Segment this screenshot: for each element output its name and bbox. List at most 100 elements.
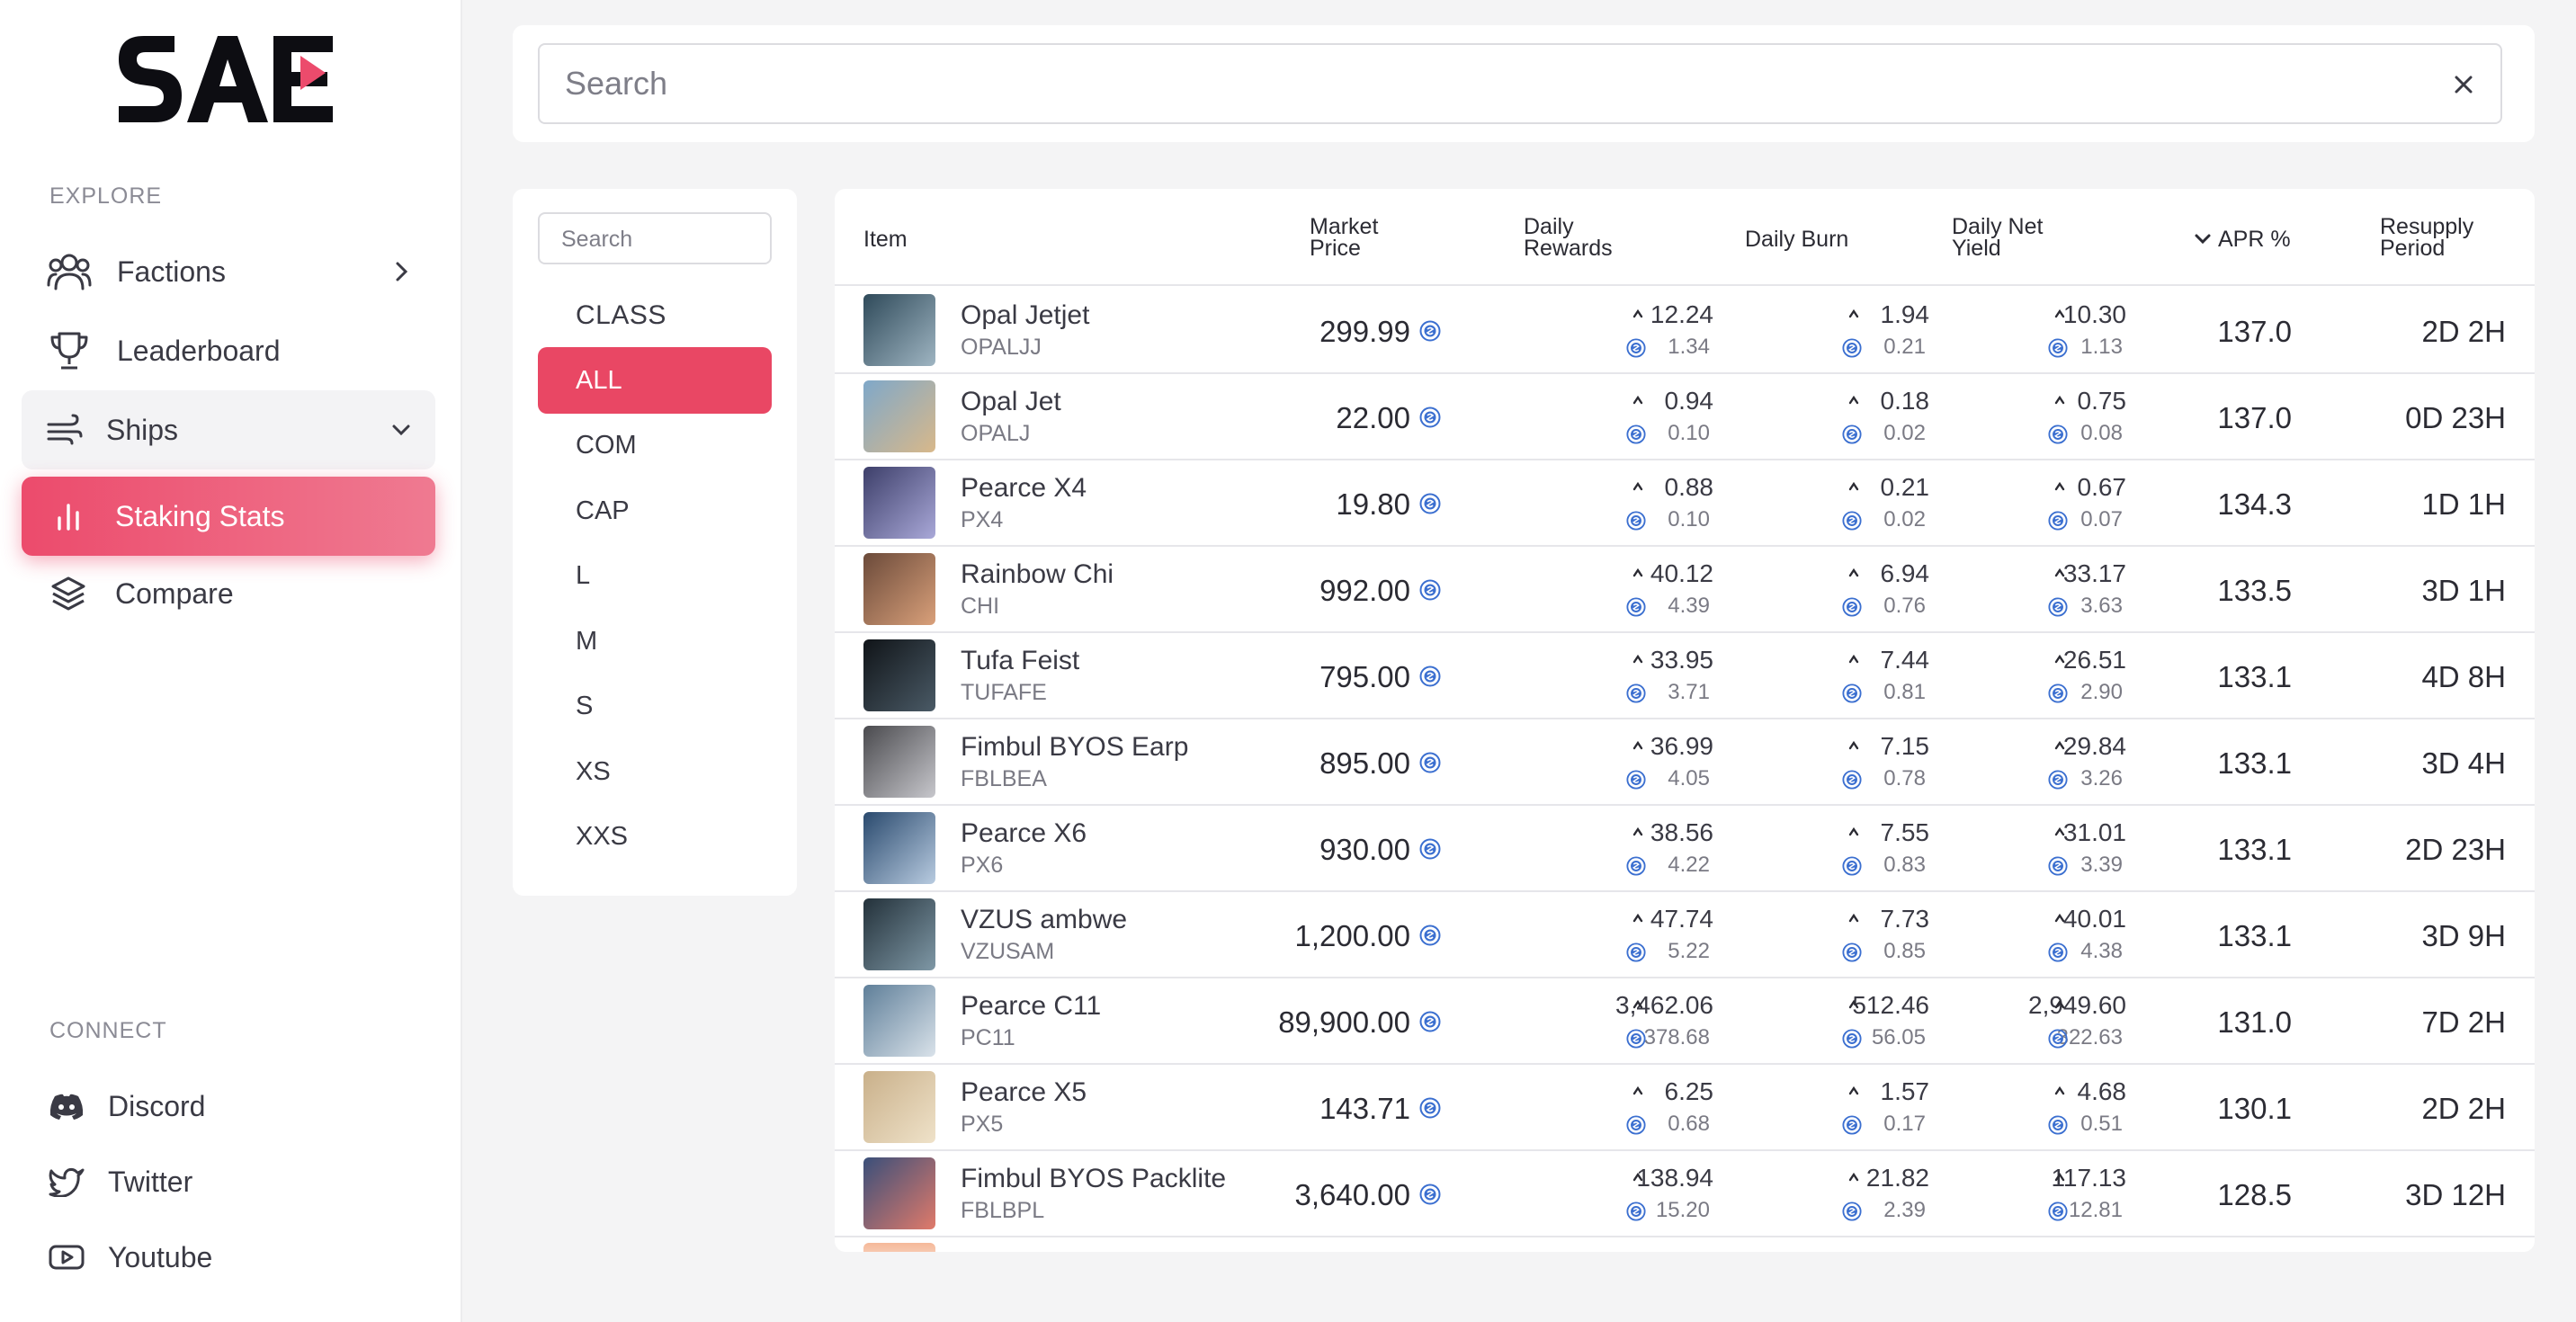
rewards-sub-value: 4.22 [1668,853,1710,877]
col-item[interactable]: Item [863,228,908,251]
atlas-coin-icon [2048,683,2068,703]
ship-code: CHI [961,594,1000,619]
col-resupply-line2: Period [2380,236,2446,261]
net-value: 2,949.60 [2028,991,2126,1019]
search-input[interactable] [565,65,2409,103]
burn-value: 1.94 [1880,300,1930,328]
arrow-up-icon [2053,480,2066,493]
rewards-sub-value: 4.39 [1668,594,1710,618]
connect-youtube[interactable]: Youtube [22,1218,435,1297]
col-daily-net-yield[interactable]: Daily Net Yield [1952,216,2043,260]
ship-name[interactable]: Pearce X6 [961,818,1087,849]
burn-sub-value: 0.81 [1883,680,1926,704]
col-resupply-line1: Resupply [2380,214,2474,239]
ship-name[interactable]: Rainbow Chi [961,559,1114,590]
class-filter-panel: CLASS ALLCOMCAPLMSXSXXS [513,189,797,896]
ship-name[interactable]: Fimbul BYOS Packlite [961,1164,1226,1194]
ship-name[interactable]: Tufa Feist [961,646,1079,676]
atlas-coin-icon [1626,1029,1646,1049]
sidebar-item-staking-stats[interactable]: Staking Stats [22,477,435,556]
net-sub-value: 1.13 [2080,335,2123,359]
table-row[interactable]: Rainbow Chi CHI 992.00 40.12 4.39 6.94 0.76 33.… [835,547,2535,633]
table-row[interactable]: Opal Jetjet OPALJJ 299.99 12.24 1.34 1.94 0.21… [835,288,2535,374]
atlas-coin-icon [2048,511,2068,531]
close-icon[interactable] [2448,69,2479,100]
ship-name[interactable]: Opal Jetjet [961,300,1089,331]
col-daily-burn[interactable]: Daily Burn [1745,228,1848,251]
class-option-com[interactable]: COM [538,413,772,479]
atlas-coin-icon [1842,1029,1862,1049]
table-row[interactable]: Fimbul BYOS Packlite FBLBPL 3,640.00 138.94… [835,1151,2535,1237]
burn-sub-value: 0.85 [1883,939,1926,963]
connect-twitter[interactable]: Twitter [22,1142,435,1221]
table-row[interactable]: Pearce X5 PX5 143.71 6.25 0.68 1.57 0.17 4.68 0.… [835,1065,2535,1151]
burn-sub-value: 0.17 [1883,1112,1926,1136]
atlas-coin-icon [2048,424,2068,444]
table-row[interactable]: Opal Jet OPALJ 22.00 0.94 0.10 0.18 0.02 0.75 0.… [835,374,2535,460]
col-market-price[interactable]: Market Price [1310,214,1379,260]
col-apr[interactable]: APR % [2193,228,2291,251]
rewards-value: 47.74 [1650,905,1713,933]
chevron-down-icon [392,424,410,436]
atlas-coin-icon [1626,338,1646,358]
table-row[interactable]: Pearce C11 PC11 89,900.00 3,462.06 378.68 512… [835,978,2535,1065]
class-search-field[interactable] [538,212,772,264]
ship-thumbnail [863,812,935,884]
atlas-coin-icon [1626,770,1646,790]
class-option-m[interactable]: M [538,608,772,674]
sidebar-item-ships[interactable]: Ships [22,390,435,469]
ship-name[interactable]: Fimbul BYOS Earp [961,732,1188,763]
table-row[interactable]: Tufa Feist TUFAFE 795.00 33.95 3.71 7.44 0.81 2… [835,633,2535,719]
sidebar-item-label: Ships [106,413,179,446]
table-row[interactable]: VZUS ambwe VZUSAM 1,200.00 47.74 5.22 7.73 0.8… [835,892,2535,978]
sort-desc-icon [2195,234,2211,245]
table-row[interactable]: Pearce X4 PX4 19.80 0.88 0.10 0.21 0.02 0.67 0.0… [835,460,2535,547]
sidebar-item-factions[interactable]: Factions [22,232,435,311]
col-resupply-period[interactable]: Resupply Period [2380,214,2474,261]
atlas-coin-icon [1419,493,1441,514]
wind-icon [45,406,85,454]
table-row[interactable]: Fimbul BYOS Earp FBLBEA 895.00 36.99 4.05 7.1… [835,719,2535,806]
rewards-value: 33.95 [1650,646,1713,674]
col-market-price-line1: Market [1310,214,1379,239]
col-daily-rewards[interactable]: Daily Rewards [1524,216,1613,260]
rewards-value: 40.12 [1650,559,1713,587]
connect-discord[interactable]: Discord [22,1067,435,1146]
class-option-xs[interactable]: XS [538,738,772,805]
arrow-up-icon [1632,1085,1644,1097]
resupply-period: 2D 2H [2421,315,2506,348]
burn-value: 7.73 [1880,905,1930,933]
arrow-up-icon [1632,739,1644,752]
ship-name[interactable]: Pearce X4 [961,473,1087,504]
atlas-coin-icon [2048,1201,2068,1221]
sae-logo[interactable] [112,32,335,126]
class-option-xxs[interactable]: XXS [538,804,772,871]
class-option-cap[interactable]: CAP [538,478,772,544]
atlas-coin-icon [1842,856,1862,876]
ship-name[interactable]: Pearce C11 [961,991,1101,1022]
sidebar-item-compare[interactable]: Compare [22,554,435,633]
ship-name[interactable]: Opal Jet [961,387,1061,417]
atlas-coin-icon [2048,597,2068,617]
class-search-input[interactable] [561,227,759,253]
ship-name[interactable]: VZUS ambwe [961,905,1127,935]
class-option-s[interactable]: S [538,674,772,740]
net-value: 40.01 [2062,905,2126,933]
sidebar-item-leaderboard[interactable]: Leaderboard [22,311,435,390]
net-sub-value: 3.63 [2080,594,2123,618]
resupply-period: 1D 1H [2421,487,2506,521]
arrow-up-icon [1847,912,1860,925]
apr-value: 137.0 [2217,401,2292,434]
search-field[interactable] [538,43,2502,124]
atlas-coin-icon [1419,925,1441,946]
net-value: 0.75 [2077,387,2127,415]
connect-label-text: Youtube [108,1240,213,1273]
class-option-l[interactable]: L [538,543,772,610]
rewards-value: 0.94 [1664,387,1714,415]
resupply-period: 2D 2H [2421,1092,2506,1125]
class-option-all[interactable]: ALL [538,347,772,414]
twitter-icon [47,1157,86,1206]
table-row[interactable]: Pearce X6 PX6 930.00 38.56 4.22 7.55 0.83 31.01… [835,806,2535,892]
search-bar-card [513,25,2535,142]
ship-name[interactable]: Pearce X5 [961,1077,1087,1108]
